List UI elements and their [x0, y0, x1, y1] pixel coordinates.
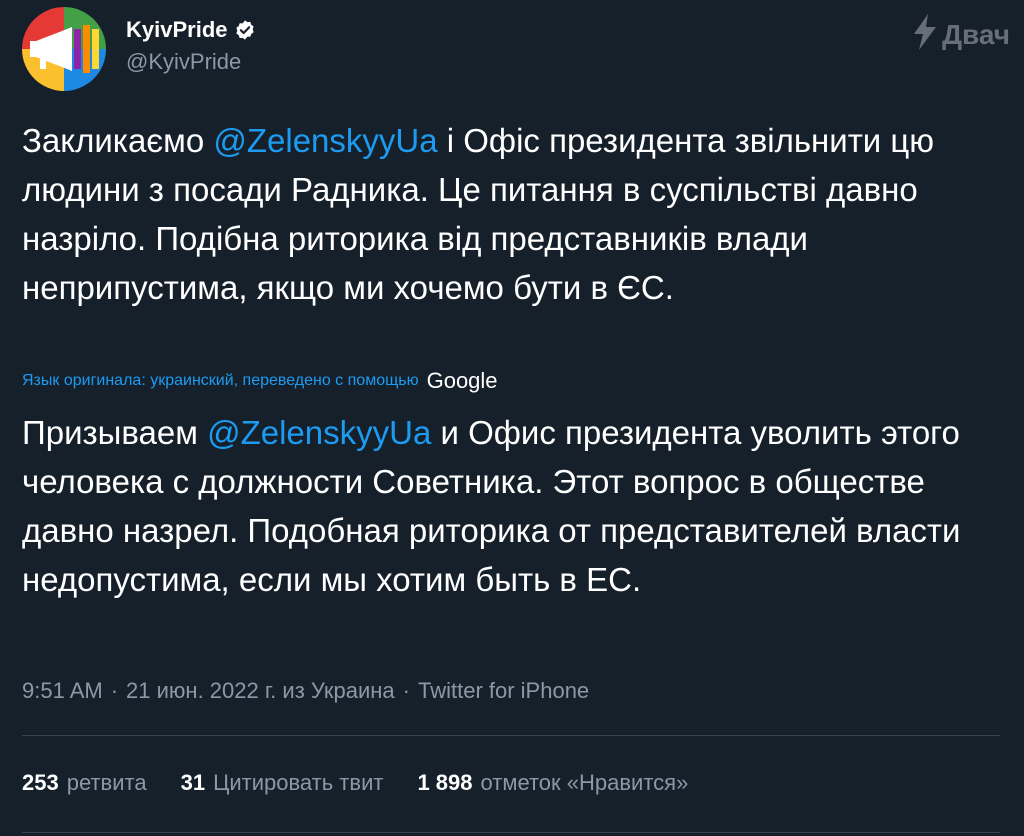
lightning-icon — [912, 14, 938, 55]
watermark-text: Двач — [942, 18, 1010, 50]
translation-note-text: Язык оригинала: украинский, переведено с… — [22, 372, 419, 389]
dvach-watermark: Двач — [912, 14, 1010, 55]
meta-separator: · — [402, 678, 410, 703]
tweet-stats: 253 ретвита 31 Цитировать твит 1 898 отм… — [22, 770, 688, 796]
translated-text: Призываем @ZelenskyyUa и Офис президента… — [22, 408, 1007, 604]
retweets-count: 253 — [22, 770, 59, 795]
quotes-count: 31 — [180, 770, 206, 795]
tweet-date[interactable]: 21 июн. 2022 г. из Украина — [126, 678, 395, 704]
tweet-meta: 9:51 AM · 21 июн. 2022 г. из Украина · T… — [22, 678, 589, 704]
author-avatar[interactable] — [22, 7, 106, 91]
display-name: KyivPride — [126, 17, 228, 42]
author-handle[interactable]: @KyivPride — [126, 49, 256, 75]
quotes-label: Цитировать твит — [213, 770, 384, 795]
google-logo: Google — [426, 368, 498, 393]
likes-label: отметок «Нравится» — [480, 770, 689, 795]
translated-text-part: Призываем — [22, 414, 208, 451]
divider — [22, 832, 1000, 833]
display-name-link[interactable]: KyivPride — [126, 17, 256, 43]
tweet-source[interactable]: Twitter for iPhone — [418, 678, 589, 704]
tweet-text-part: Закликаємо — [22, 122, 214, 159]
verified-badge-icon — [234, 19, 256, 41]
author-names: KyivPride @KyivPride — [126, 17, 256, 75]
tweet-time[interactable]: 9:51 AM — [22, 678, 103, 704]
tweet-text: Закликаємо @ZelenskyyUa і Офіс президент… — [22, 116, 1007, 312]
mention-link[interactable]: @ZelenskyyUa — [207, 414, 431, 451]
tweet-header: KyivPride @KyivPride — [22, 7, 1002, 91]
likes-count: 1 898 — [417, 770, 473, 795]
retweets-label: ретвита — [66, 770, 147, 795]
retweets-stat[interactable]: 253 ретвита — [22, 770, 147, 796]
divider — [22, 735, 1000, 736]
quotes-stat[interactable]: 31 Цитировать твит — [181, 770, 384, 796]
rainbow-megaphone-avatar-icon — [22, 7, 106, 91]
tweet-card: KyivPride @KyivPride Двач Закликаємо @Ze… — [0, 0, 1024, 836]
translation-attribution[interactable]: Язык оригинала: украинский, переведено с… — [22, 368, 498, 394]
meta-separator: · — [110, 678, 119, 703]
likes-stat[interactable]: 1 898 отметок «Нравится» — [417, 770, 688, 796]
mention-link[interactable]: @ZelenskyyUa — [213, 122, 437, 159]
